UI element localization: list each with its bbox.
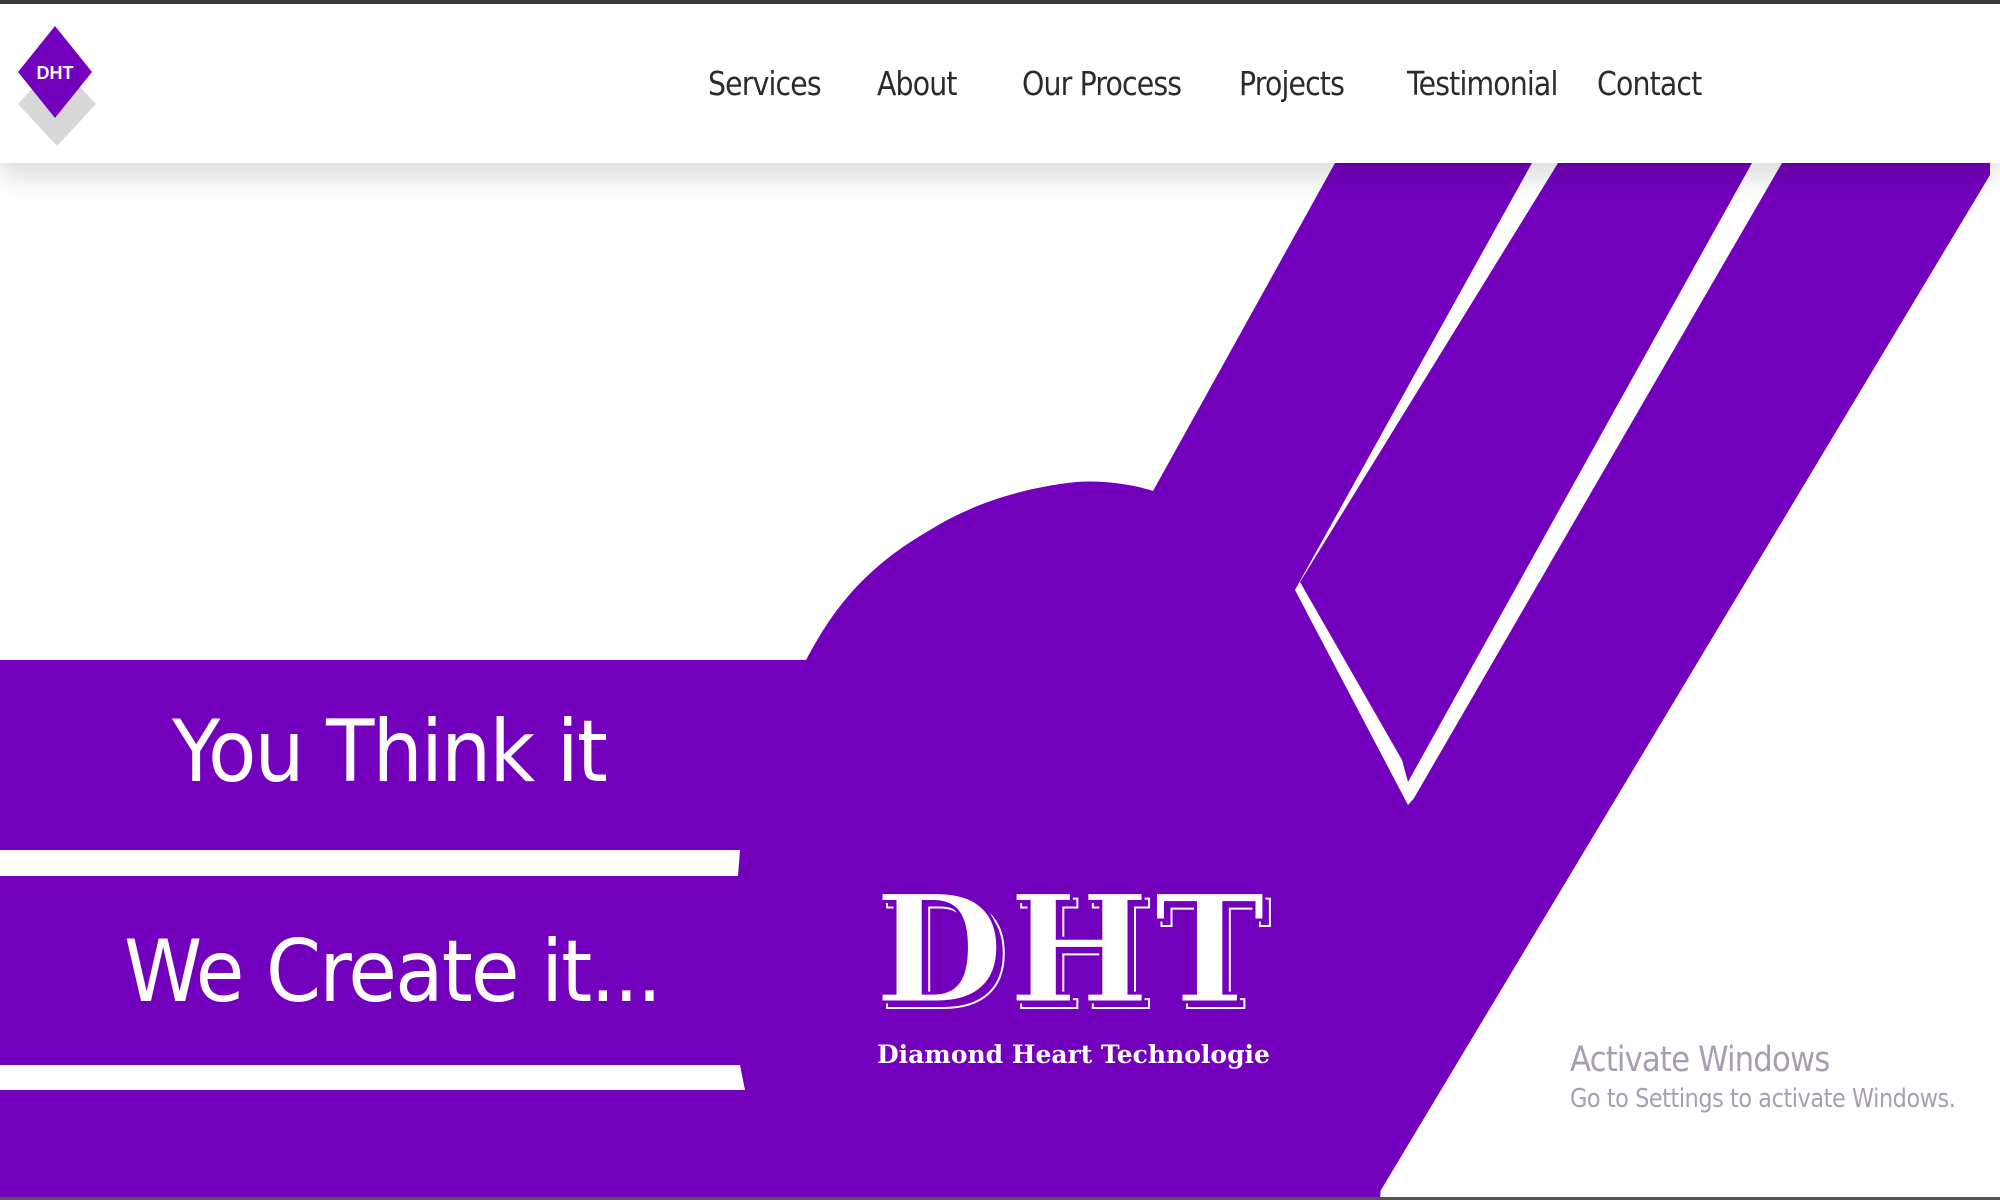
nav-link-services[interactable]: Services xyxy=(708,64,822,103)
brand-mark-text: DHT xyxy=(874,880,1269,1020)
landing-page: DHT Services About Our Process Projects … xyxy=(0,0,2000,1200)
brand-name: Diamond Heart Technologie xyxy=(877,1040,1270,1069)
hero-slogan-line-1: You Think it xyxy=(172,702,608,802)
brand-mark: DHT DHT xyxy=(872,880,1292,1020)
nav-link-our-process[interactable]: Our Process xyxy=(1022,64,1182,103)
nav-link-projects[interactable]: Projects xyxy=(1239,64,1345,103)
watermark-title: Activate Windows xyxy=(1570,1040,1830,1080)
site-header: DHT Services About Our Process Projects … xyxy=(0,4,2000,163)
nav-link-about[interactable]: About xyxy=(877,64,957,103)
nav-link-contact[interactable]: Contact xyxy=(1597,64,1702,103)
hero-slogan-line-2: We Create it... xyxy=(124,922,662,1022)
main-navigation: Services About Our Process Projects Test… xyxy=(0,4,2000,163)
activate-windows-watermark: Activate Windows Go to Settings to activ… xyxy=(1570,1040,2000,1114)
nav-link-testimonial[interactable]: Testimonial xyxy=(1407,64,1558,103)
watermark-subtitle: Go to Settings to activate Windows. xyxy=(1570,1084,1956,1114)
